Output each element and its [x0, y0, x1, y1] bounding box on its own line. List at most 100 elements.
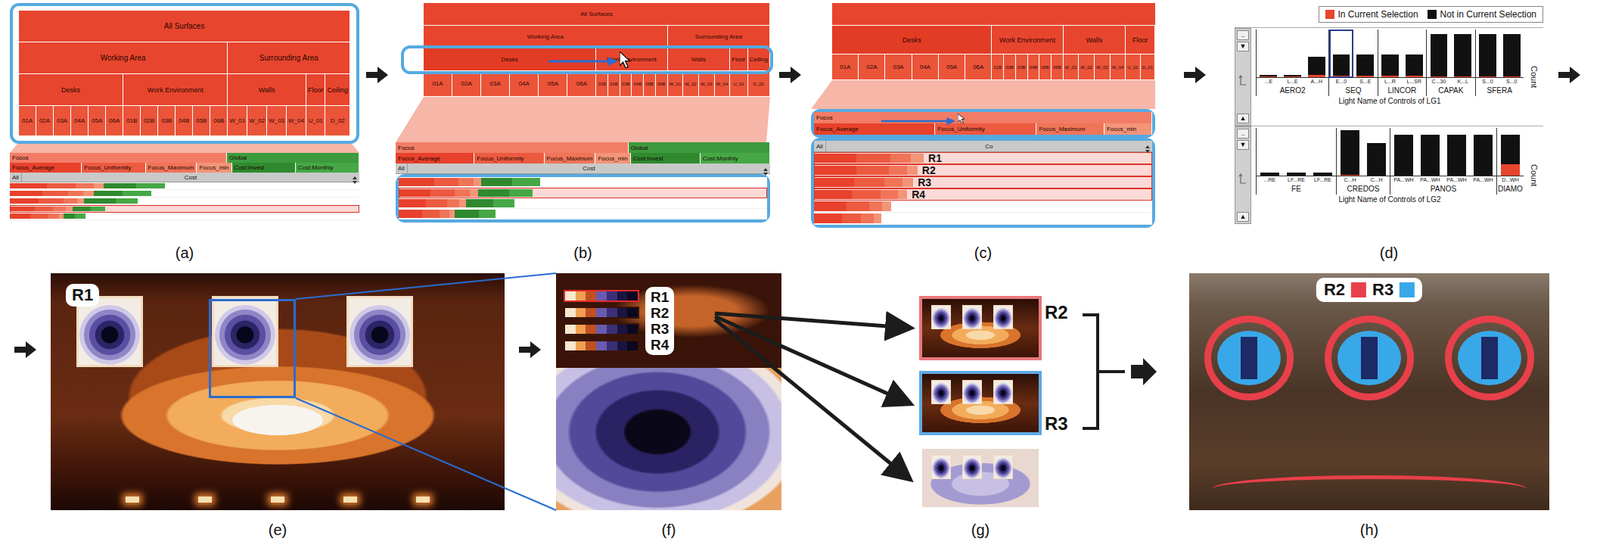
- hierarchy-cell[interactable]: Desks: [832, 25, 992, 55]
- zoom-box[interactable]: [208, 298, 296, 398]
- column-header[interactable]: Focus_Maximum: [1036, 123, 1105, 135]
- sort-column[interactable]: Co: [826, 140, 1153, 152]
- column-header[interactable]: Focus_Average: [813, 123, 936, 135]
- leaf-cell[interactable]: 05A: [938, 54, 966, 81]
- bar-area[interactable]: [1416, 127, 1444, 177]
- leaf-cell[interactable]: 05B: [643, 71, 656, 97]
- ranking-row[interactable]: [9, 189, 360, 198]
- bar-area[interactable]: [1309, 127, 1336, 177]
- leaf-cell[interactable]: 05A: [88, 105, 106, 137]
- color-strip[interactable]: [563, 339, 640, 352]
- leaf-cell[interactable]: 02B: [140, 105, 159, 137]
- ranking-row[interactable]: [9, 182, 360, 190]
- leaf-cell[interactable]: 06A: [567, 71, 597, 97]
- column-header[interactable]: Cost:Monthly: [295, 162, 360, 173]
- bar-area[interactable]: [1336, 127, 1364, 177]
- result-image[interactable]: [919, 445, 1042, 510]
- leaf-cell[interactable]: W_04: [1110, 54, 1127, 81]
- column-header[interactable]: Cost:Invest: [630, 152, 701, 164]
- bar-area[interactable]: [1469, 127, 1497, 177]
- ranking-row[interactable]: [813, 200, 1153, 213]
- column-header[interactable]: Focus_Average: [9, 162, 82, 173]
- ranking-row[interactable]: [9, 212, 360, 221]
- hierarchy-cell[interactable]: All Surfaces: [423, 3, 771, 26]
- ranking-row[interactable]: R2: [813, 164, 1153, 177]
- scroll-track[interactable]: [1238, 151, 1248, 211]
- hierarchy-cell[interactable]: Walls: [1063, 25, 1127, 55]
- hierarchy-cell[interactable]: Ceiling: [748, 48, 771, 72]
- scroll-top-button[interactable]: ..: [1236, 30, 1249, 41]
- count-bar[interactable]: [1453, 34, 1472, 78]
- sort-column[interactable]: Cost: [21, 172, 360, 182]
- hierarchy-cell[interactable]: Working Area: [18, 42, 228, 75]
- bar-area[interactable]: [1353, 29, 1378, 78]
- hierarchy-cell[interactable]: Work Environment: [596, 48, 668, 72]
- count-bar[interactable]: [1259, 74, 1277, 78]
- leaf-cell[interactable]: W_04: [286, 105, 307, 137]
- column-header[interactable]: Cost:Invest: [232, 162, 296, 173]
- leaf-cell[interactable]: W_02: [247, 105, 268, 137]
- leaf-cell[interactable]: 03B: [158, 105, 176, 137]
- bar-area[interactable]: [1497, 127, 1524, 177]
- leaf-cell[interactable]: 01B: [123, 105, 141, 137]
- ranking-row[interactable]: R1: [813, 152, 1153, 165]
- leaf-cell[interactable]: 02A: [858, 54, 886, 81]
- hierarchy-cell[interactable]: Desks: [423, 48, 597, 72]
- ranking-row[interactable]: [398, 198, 768, 209]
- hierarchy-cell[interactable]: Desks: [18, 74, 124, 106]
- ranking-row[interactable]: R3: [813, 176, 1153, 189]
- scroll-up-button[interactable]: ▲: [1236, 211, 1249, 222]
- leaf-cell[interactable]: W_04: [714, 71, 731, 97]
- hierarchy-cell[interactable]: Walls: [227, 74, 307, 106]
- hierarchy-cell[interactable]: Surrounding Area: [667, 25, 771, 49]
- color-strip[interactable]: [563, 289, 640, 302]
- leaf-cell[interactable]: 03A: [53, 105, 72, 137]
- leaf-cell[interactable]: 05B: [192, 105, 211, 137]
- leaf-cell[interactable]: 04B: [1028, 54, 1041, 81]
- scroll-top-button[interactable]: ..: [1236, 128, 1249, 139]
- group-header[interactable]: Global: [226, 152, 360, 163]
- column-header[interactable]: Focus_Uniformity: [935, 123, 1037, 135]
- leaf-cell[interactable]: 06A: [105, 105, 124, 137]
- leaf-cell[interactable]: 02B: [1003, 54, 1016, 81]
- leaf-cell[interactable]: 04A: [509, 71, 539, 97]
- count-bar[interactable]: [1405, 54, 1423, 78]
- count-bar[interactable]: [1307, 56, 1326, 78]
- leaf-cell[interactable]: D_02: [325, 105, 351, 137]
- bar-area[interactable]: [1378, 29, 1403, 78]
- leaf-cell[interactable]: 04A: [71, 105, 89, 137]
- leaf-cell[interactable]: 03B: [1015, 54, 1029, 81]
- count-bar[interactable]: [1381, 54, 1399, 78]
- hierarchy-cell[interactable]: Work Environment: [991, 25, 1063, 55]
- leaf-cell[interactable]: 02B: [608, 71, 621, 97]
- leaf-cell[interactable]: 04B: [175, 105, 193, 137]
- all-column[interactable]: All: [813, 140, 827, 152]
- leaf-cell[interactable]: 01A: [18, 105, 37, 137]
- leaf-cell[interactable]: 04A: [912, 54, 939, 81]
- hierarchy-cell[interactable]: Floor: [306, 74, 327, 106]
- leaf-cell[interactable]: 02A: [452, 71, 482, 97]
- count-bar[interactable]: [1283, 74, 1302, 78]
- column-header[interactable]: Focus_Maximum: [146, 162, 198, 173]
- leaf-cell[interactable]: 01B: [596, 71, 609, 97]
- leaf-cell[interactable]: W_02: [1078, 54, 1095, 81]
- scroll-down-button[interactable]: ▼: [1236, 41, 1249, 52]
- leaf-cell[interactable]: U_01: [730, 71, 748, 97]
- sort-column[interactable]: Cost: [407, 163, 771, 174]
- result-label[interactable]: R2: [650, 304, 669, 321]
- leaf-cell[interactable]: 01B: [991, 54, 1004, 81]
- bar-area[interactable]: [1499, 29, 1524, 78]
- hierarchy-cell[interactable]: Floor: [730, 48, 748, 72]
- leaf-cell[interactable]: U_01: [1125, 54, 1141, 81]
- group-header[interactable]: Focus: [9, 152, 227, 163]
- scrollbar[interactable]: ..▼▲: [1234, 126, 1252, 224]
- ranking-row[interactable]: [9, 205, 360, 213]
- leaf-cell[interactable]: W_01: [1063, 54, 1080, 81]
- bar-area[interactable]: [1329, 29, 1354, 78]
- bar-area[interactable]: [1280, 29, 1305, 78]
- result-label[interactable]: R1: [650, 288, 669, 305]
- hierarchy-cell[interactable]: Ceiling: [325, 74, 351, 106]
- count-bar[interactable]: [1500, 134, 1520, 176]
- result-label[interactable]: R4: [650, 336, 669, 353]
- bar-area[interactable]: [1475, 29, 1501, 78]
